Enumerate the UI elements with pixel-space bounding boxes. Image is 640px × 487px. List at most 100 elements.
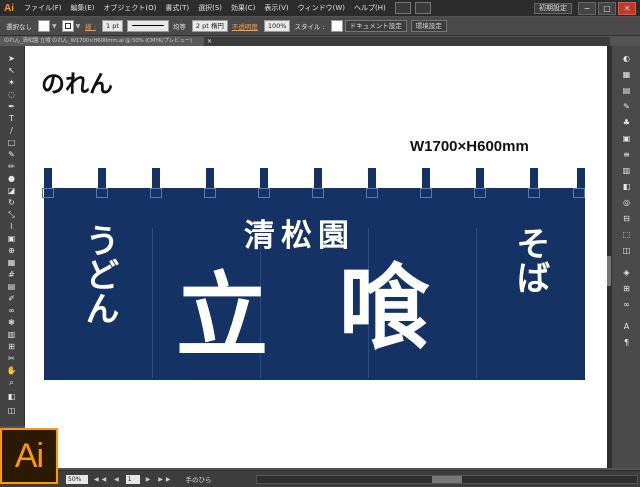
status-tool-name[interactable]: 手のひら (186, 474, 246, 484)
chevron-down-icon[interactable]: ▼ (76, 23, 81, 30)
hand-tool-icon[interactable]: ✋ (6, 366, 17, 375)
type-tool-icon[interactable]: T (6, 114, 17, 123)
stroke-line-preview[interactable] (126, 20, 169, 32)
gradient-panel-icon[interactable]: ▥ (621, 166, 632, 175)
menu-object[interactable]: オブジェクト(O) (103, 3, 156, 13)
fill-stroke-icon[interactable]: ◧ (6, 392, 17, 401)
artboard-nav-arrows[interactable]: ◀◀ ◀ (94, 476, 122, 483)
artboard[interactable]: のれん W1700×H600mm うどん そば 清松園 立 喰 (25, 46, 607, 468)
width-tool-icon[interactable]: ⌇ (6, 222, 17, 231)
graphic-styles-icon[interactable]: ▣ (621, 134, 632, 143)
workspace-switcher[interactable]: 初期設定 (534, 3, 572, 14)
stroke-label[interactable]: 線 : (85, 21, 96, 31)
menu-effect[interactable]: 効果(C) (231, 3, 255, 13)
stroke-weight-field[interactable]: 1 pt (102, 20, 123, 32)
minimize-button[interactable]: − (578, 2, 596, 15)
menu-select[interactable]: 選択(S) (198, 3, 222, 13)
horizontal-scrollbar[interactable] (255, 474, 638, 484)
noren-loop-box (420, 188, 432, 198)
align-panel-icon[interactable]: ⊟ (621, 214, 632, 223)
fill-swatch[interactable] (38, 20, 50, 32)
stroke-style[interactable]: 均等 (173, 21, 186, 31)
stroke-swatch[interactable] (61, 20, 74, 32)
menu-file[interactable]: ファイル(F) (24, 3, 62, 13)
document-tab[interactable]: のれん_清松園 立喰 のれん_W1700×H600mm.ai @ 50% (CM… (0, 37, 204, 46)
noren-curtain[interactable]: うどん そば 清松園 立 喰 (42, 168, 585, 380)
zoom-field[interactable]: 50% (66, 474, 88, 484)
gradient-tool-icon[interactable]: ▤ (6, 282, 17, 291)
free-transform-tool-icon[interactable]: ▣ (6, 234, 17, 243)
eraser-tool-icon[interactable]: ◪ (6, 186, 17, 195)
direct-selection-tool-icon[interactable]: ↖ (6, 66, 17, 75)
status-bar: 50% ◀◀ ◀ 1 ▶ ▶▶ 手のひら (0, 470, 640, 487)
noren-loop-box (312, 188, 324, 198)
arrange-documents-icon[interactable] (414, 2, 431, 14)
shape-builder-tool-icon[interactable]: ⊕ (6, 246, 17, 255)
noren-seam (476, 228, 477, 378)
swatches-panel-icon[interactable]: ▤ (621, 86, 632, 95)
links-panel-icon[interactable]: ∞ (621, 300, 632, 309)
layers-panel-icon[interactable]: ◈ (621, 268, 632, 277)
noren-loop-box (573, 188, 585, 198)
drawing-modes-icon[interactable]: ◫ (6, 406, 17, 415)
horizontal-scroll-thumb[interactable] (431, 475, 462, 483)
rectangle-tool-icon[interactable]: □ (6, 138, 17, 147)
artboard-nav-arrows-next[interactable]: ▶ ▶▶ (146, 476, 174, 483)
brushes-panel-icon[interactable]: ✎ (621, 102, 632, 111)
pen-tool-icon[interactable]: ✒ (6, 102, 17, 111)
noren-shop-name: 清松園 (244, 218, 355, 254)
noren-main-char-left: 立 (176, 262, 269, 370)
mesh-tool-icon[interactable]: # (6, 270, 17, 279)
noren-main-char-right: 喰 (338, 254, 431, 362)
selection-tool-icon[interactable]: ➤ (6, 54, 17, 63)
rotate-tool-icon[interactable]: ↻ (6, 198, 17, 207)
scale-tool-icon[interactable]: ⤡ (6, 210, 17, 219)
artboard-number-field[interactable]: 1 (125, 474, 140, 484)
stroke-panel-icon[interactable]: ≡ (621, 150, 632, 159)
color-panel-icon[interactable]: ◐ (621, 54, 632, 63)
maximize-button[interactable]: □ (598, 2, 616, 15)
preferences-button[interactable]: 環境設定 (410, 20, 447, 32)
perspective-grid-tool-icon[interactable]: ▦ (6, 258, 17, 267)
paintbrush-tool-icon[interactable]: ✎ (6, 150, 17, 159)
eyedropper-tool-icon[interactable]: ✐ (6, 294, 17, 303)
pathfinder-panel-icon[interactable]: ◫ (621, 246, 632, 255)
close-button[interactable]: ✕ (618, 2, 636, 15)
column-graph-tool-icon[interactable]: ▥ (6, 330, 17, 339)
lasso-tool-icon[interactable]: ◌ (6, 90, 17, 99)
document-setup-button[interactable]: ドキュメント設定 (344, 20, 407, 32)
symbols-panel-icon[interactable]: ♣ (621, 118, 632, 127)
slice-tool-icon[interactable]: ✂ (6, 354, 17, 363)
menu-help[interactable]: ヘルプ(H) (354, 3, 386, 13)
zoom-tool-icon[interactable]: ⌕ (6, 378, 17, 387)
menu-view[interactable]: 表示(V) (264, 3, 288, 13)
artboard-tool-icon[interactable]: ⊞ (6, 342, 17, 351)
noren-loop-box (96, 188, 108, 198)
line-tool-icon[interactable]: / (6, 126, 17, 135)
style-swatch[interactable] (330, 20, 343, 32)
character-panel-icon[interactable]: A (621, 322, 632, 331)
opacity-field[interactable]: 100% (263, 20, 291, 32)
blob-brush-tool-icon[interactable]: ● (6, 174, 17, 183)
noren-loop (368, 168, 376, 188)
opacity-label[interactable]: 不透明度 (232, 21, 258, 31)
artboards-panel-icon[interactable]: ⊞ (621, 284, 632, 293)
menu-edit[interactable]: 編集(E) (71, 3, 95, 13)
chevron-down-icon[interactable]: ▼ (52, 23, 57, 30)
menu-type[interactable]: 書式(T) (165, 3, 189, 13)
color-guide-icon[interactable]: ▦ (621, 70, 632, 79)
noren-loop (422, 168, 430, 188)
menu-window[interactable]: ウィンドウ(W) (298, 3, 345, 13)
bridge-icon[interactable] (394, 2, 411, 14)
close-icon[interactable]: ✕ (207, 38, 212, 45)
blend-tool-icon[interactable]: ∞ (6, 306, 17, 315)
transparency-panel-icon[interactable]: ◧ (621, 182, 632, 191)
appearance-panel-icon[interactable]: ◎ (621, 198, 632, 207)
paragraph-panel-icon[interactable]: ¶ (621, 338, 632, 347)
pencil-tool-icon[interactable]: ✏ (6, 162, 17, 171)
symbol-sprayer-tool-icon[interactable]: ❃ (6, 318, 17, 327)
brush-field[interactable]: 2 pt 楕円 (191, 20, 228, 32)
transform-panel-icon[interactable]: ⬚ (621, 230, 632, 239)
magic-wand-tool-icon[interactable]: ✶ (6, 78, 17, 87)
illustrator-logo: Ai (0, 428, 58, 484)
